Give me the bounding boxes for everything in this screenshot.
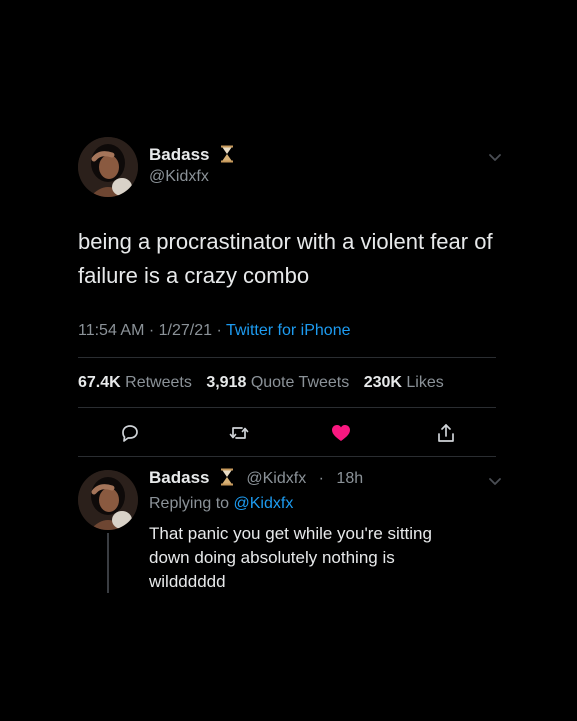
quote-tweets-label: Quote Tweets (250, 374, 350, 391)
thread-line (107, 533, 109, 593)
tweet-meta: 11:54 AM · 1/27/21 · Twitter for iPhone (78, 322, 350, 340)
meta-separator: · (216, 322, 226, 339)
like-icon[interactable] (330, 422, 352, 444)
replying-label: Replying to (149, 495, 230, 512)
replying-mention[interactable]: @Kidxfx (234, 495, 294, 512)
share-icon[interactable] (435, 422, 457, 444)
quote-tweets-count: 3,918 (206, 374, 247, 391)
avatar-photo (78, 470, 138, 530)
reply-author-avatar[interactable] (78, 470, 138, 530)
tweet-stats: 67.4K Retweets 3,918 Quote Tweets 230K L… (78, 374, 454, 392)
avatar-photo (78, 137, 138, 197)
retweet-icon[interactable] (228, 422, 250, 444)
reply-icon[interactable] (119, 422, 141, 444)
reply-author-handle[interactable]: @Kidxfx (246, 470, 306, 487)
meta-separator: · (148, 322, 159, 339)
likes-count: 230K (363, 374, 402, 391)
reply-separator: · (314, 470, 329, 487)
replying-to: Replying to @Kidxfx (149, 495, 293, 513)
tweet-text: being a procrastinator with a violent fe… (78, 229, 493, 288)
reply-header: Badass @Kidxfx · 18h (149, 468, 363, 488)
reply-age[interactable]: 18h (336, 470, 363, 487)
reply-author-name[interactable]: Badass (149, 468, 209, 487)
quote-tweets-stat[interactable]: 3,918 Quote Tweets (206, 374, 353, 391)
chevron-down-icon[interactable] (488, 150, 502, 161)
reply-text: That panic you get while you're sitting … (149, 524, 432, 591)
divider (78, 407, 496, 408)
divider (78, 456, 496, 457)
author-name-row: Badass (149, 145, 234, 165)
chevron-down-icon[interactable] (488, 474, 502, 485)
retweets-stat[interactable]: 67.4K Retweets (78, 374, 196, 391)
author-handle[interactable]: @Kidxfx (149, 168, 209, 186)
tweet-date[interactable]: 1/27/21 (159, 322, 212, 339)
retweets-label: Retweets (125, 374, 192, 391)
author-name[interactable]: Badass (149, 145, 209, 164)
tweet-time[interactable]: 11:54 AM (78, 322, 144, 339)
hourglass-icon (220, 145, 234, 163)
hourglass-icon (220, 468, 234, 486)
tweet-source[interactable]: Twitter for iPhone (226, 322, 351, 339)
author-avatar[interactable] (78, 137, 138, 197)
likes-label: Likes (406, 374, 444, 391)
divider (78, 357, 496, 358)
likes-stat[interactable]: 230K Likes (364, 374, 444, 391)
retweets-count: 67.4K (78, 374, 121, 391)
